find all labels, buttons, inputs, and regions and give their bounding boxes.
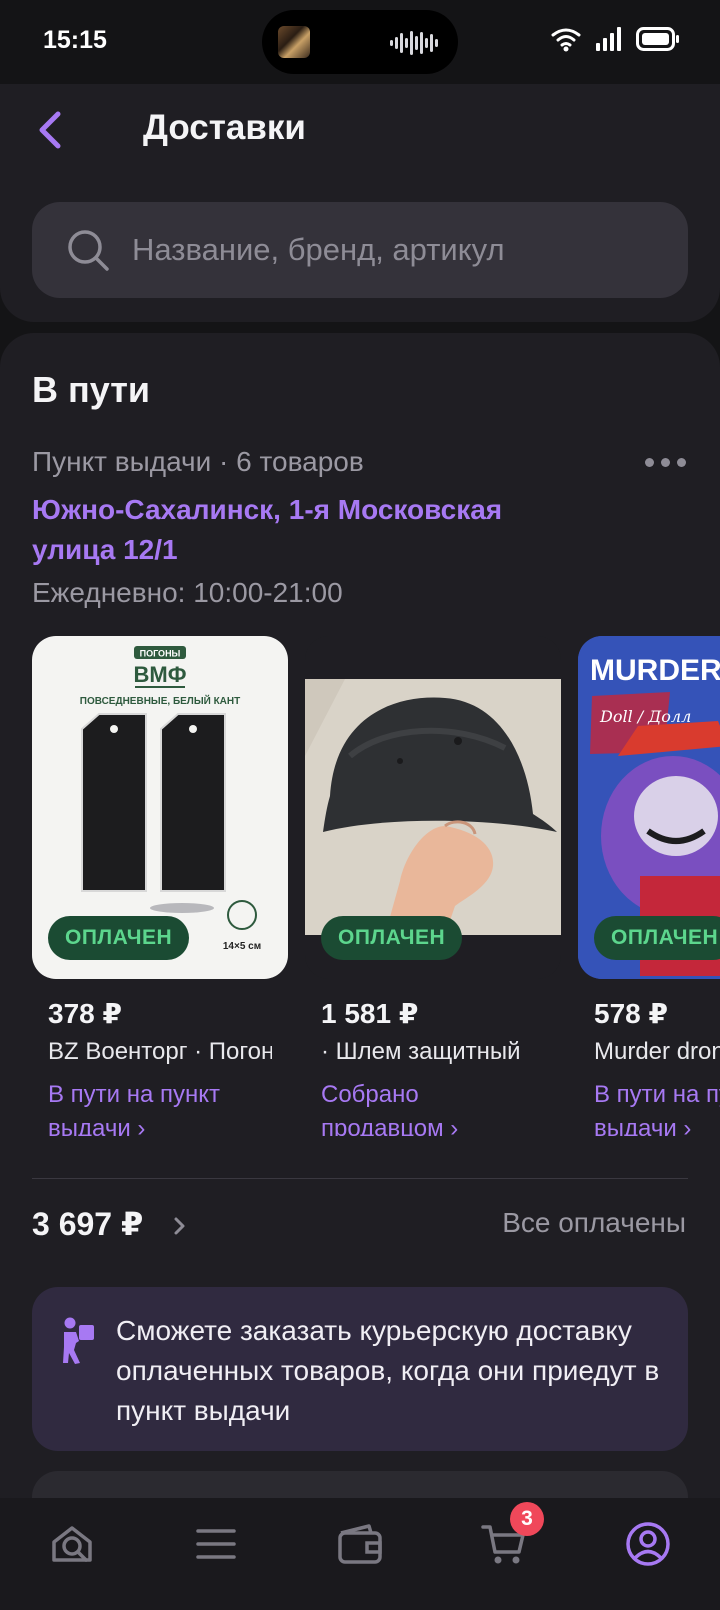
courier-info-banner: Сможете заказать курьерскую доставку опл… xyxy=(32,1287,688,1451)
image-title-text: MURDER D xyxy=(590,654,720,687)
product-card[interactable]: MURDER D Doll / Долл ОПЛАЧЕН 578 ₽ Murde… xyxy=(578,636,720,1136)
product-image[interactable]: ОПЛАЧЕН xyxy=(305,636,561,979)
pickup-hours: Ежедневно: 10:00-21:00 xyxy=(32,577,343,608)
back-button[interactable] xyxy=(36,108,76,152)
wallet-icon xyxy=(338,1524,382,1564)
product-image[interactable]: ПОГОНЫ ВМФ ПОВСЕДНЕВНЫЕ, БЕЛЫЙ КАНТ 14×5… xyxy=(32,636,288,979)
more-dot-icon xyxy=(644,457,654,467)
product-carousel[interactable]: ПОГОНЫ ВМФ ПОВСЕДНЕВНЫЕ, БЕЛЫЙ КАНТ 14×5… xyxy=(32,636,720,1136)
media-thumbnail xyxy=(278,26,310,58)
product-name: BZ Военторг · Погоны ВМФ xyxy=(48,1038,272,1065)
product-status-link[interactable]: Собрано продавцом › xyxy=(305,1078,535,1136)
paid-badge: ОПЛАЧЕН xyxy=(321,916,463,960)
order-total: 3 697 ₽ xyxy=(32,1206,144,1242)
paid-badge: ОПЛАЧЕН xyxy=(48,916,190,960)
nav-wallet[interactable] xyxy=(332,1516,388,1572)
search-icon xyxy=(68,230,109,271)
dynamic-island[interactable] xyxy=(262,10,458,74)
status-time: 15:15 xyxy=(43,26,107,54)
nav-catalog[interactable] xyxy=(188,1516,244,1572)
courier-icon xyxy=(63,1317,94,1364)
status-bar: 15:15 xyxy=(0,0,720,84)
pickup-meta: Пункт выдачи · 6 товаров xyxy=(32,446,364,477)
nav-profile[interactable] xyxy=(620,1516,676,1572)
search-input[interactable] xyxy=(132,202,662,298)
header: Доставки xyxy=(0,84,720,322)
product-image[interactable]: MURDER D Doll / Долл ОПЛАЧЕН xyxy=(578,636,720,979)
paid-badge: ОПЛАЧЕН xyxy=(594,916,720,960)
audio-wave-icon xyxy=(390,31,438,55)
section-title: В пути xyxy=(32,369,150,410)
divider xyxy=(32,1178,688,1179)
more-dot-icon xyxy=(676,457,686,467)
product-status-link[interactable]: В пути на пункт выдачи › xyxy=(32,1078,262,1136)
search-box[interactable] xyxy=(32,202,688,298)
product-price: 378 ₽ xyxy=(48,998,122,1029)
profile-icon xyxy=(626,1522,670,1566)
image-tag-text: ПОГОНЫ xyxy=(140,649,181,659)
nav-cart[interactable]: 3 xyxy=(476,1502,544,1572)
more-options-button[interactable] xyxy=(640,450,690,474)
signal-icon xyxy=(596,27,621,51)
delivery-card: В пути Пункт выдачи · 6 товаров Южно-Сах… xyxy=(0,333,720,1610)
image-tag-text: Doll / Долл xyxy=(599,707,691,726)
home-search-icon xyxy=(52,1526,92,1562)
product-card[interactable]: ПОГОНЫ ВМФ ПОВСЕДНЕВНЫЕ, БЕЛЫЙ КАНТ 14×5… xyxy=(32,636,288,1136)
image-title-text: ВМФ xyxy=(134,662,187,687)
image-size-text: 14×5 см xyxy=(223,941,261,952)
product-card[interactable]: ОПЛАЧЕН 1 581 ₽ · Шлем защитный Собрано … xyxy=(305,636,561,1136)
product-status-link[interactable]: В пути на пункт выдачи › xyxy=(578,1078,720,1136)
bottom-nav: 3 xyxy=(0,1498,720,1610)
wifi-icon xyxy=(551,28,581,52)
order-total-row[interactable]: 3 697 ₽ Все оплачены xyxy=(32,1203,688,1249)
nav-home-search[interactable] xyxy=(44,1516,100,1572)
product-name: · Шлем защитный xyxy=(321,1038,521,1065)
battery-icon xyxy=(636,27,679,51)
more-dot-icon xyxy=(660,457,670,467)
menu-icon xyxy=(196,1529,236,1559)
product-price: 578 ₽ xyxy=(594,998,668,1029)
product-name: Murder drones xyxy=(594,1038,720,1065)
chevron-right-icon xyxy=(174,1217,185,1235)
pickup-address[interactable]: Южно-Сахалинск, 1-я Московская улица 12/… xyxy=(32,490,592,570)
courier-info-text: Сможете заказать курьерскую доставку опл… xyxy=(116,1315,660,1426)
deliveries-screen: 15:15 Доставки Название, бренд, артикул … xyxy=(0,0,720,1610)
image-subtitle-text: ПОВСЕДНЕВНЫЕ, БЕЛЫЙ КАНТ xyxy=(80,694,240,707)
page-title: Доставки xyxy=(143,108,306,147)
chevron-left-icon xyxy=(39,111,61,149)
product-price: 1 581 ₽ xyxy=(321,998,419,1029)
status-icons xyxy=(550,26,680,52)
cart-count-badge: 3 xyxy=(510,1502,544,1536)
payment-status: Все оплачены xyxy=(502,1207,686,1238)
